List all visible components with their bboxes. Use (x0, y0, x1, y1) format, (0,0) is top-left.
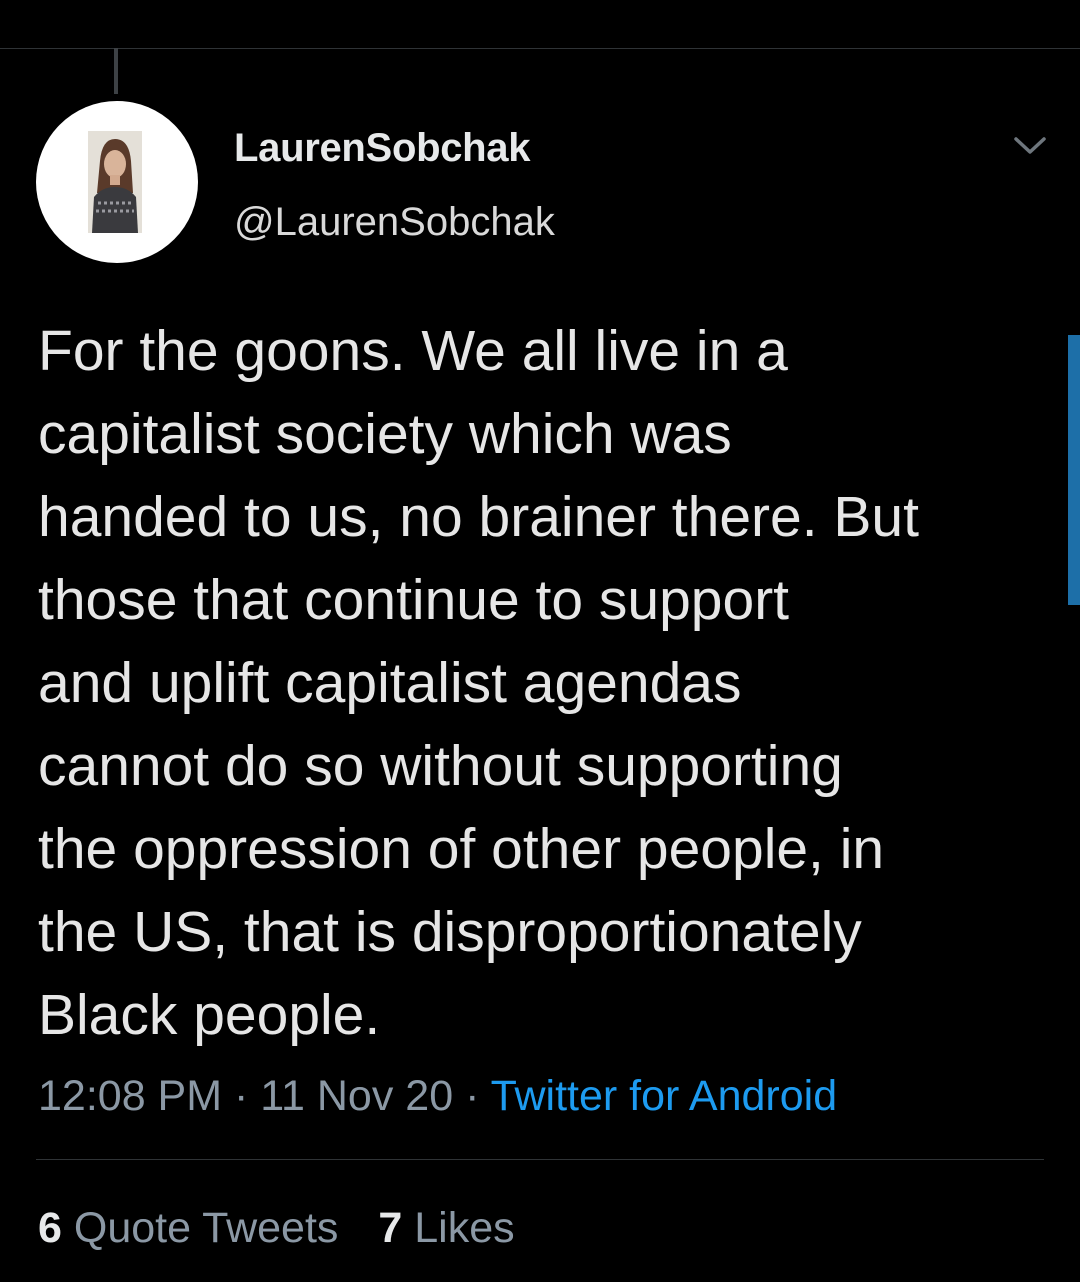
tweet-date: 11 Nov 20 (260, 1072, 454, 1120)
quote-tweets-label: Quote Tweets (73, 1204, 339, 1252)
tweet-source-link[interactable]: Twitter for Android (491, 1072, 838, 1120)
tweet-metadata: 12:08 PM · 11 Nov 20 · Twitter for Andro… (38, 1068, 837, 1124)
tweet-text: For the goons. We all live in a capitali… (38, 310, 1048, 1057)
quote-tweets-count: 6 (38, 1204, 62, 1252)
tweet-text-line: those that continue to support (38, 568, 790, 632)
tweet-stats: 6 Quote Tweets 7 Likes (38, 1200, 543, 1256)
tweet-text-line: Black people. (38, 983, 381, 1047)
thread-connector-line (114, 48, 118, 94)
author-display-name[interactable]: LaurenSobchak (234, 124, 530, 172)
tweet-text-line: capitalist society which was (38, 402, 732, 466)
tweet-text-line: and uplift capitalist agendas (38, 651, 742, 715)
tweet-text-line: cannot do so without supporting (38, 734, 843, 798)
scroll-indicator[interactable] (1068, 335, 1080, 605)
avatar-photo (88, 131, 142, 233)
top-divider (0, 48, 1080, 49)
tweet-text-line: handed to us, no brainer there. But (38, 485, 919, 549)
author-handle[interactable]: @LaurenSobchak (234, 198, 555, 246)
likes-label: Likes (414, 1204, 515, 1252)
tweet-text-line: For the goons. We all live in a (38, 319, 788, 383)
tweet-time: 12:08 PM (38, 1072, 223, 1120)
meta-separator: · (465, 1072, 480, 1120)
tweet-text-line: the oppression of other people, in (38, 817, 885, 881)
chevron-down-icon[interactable] (1012, 130, 1048, 160)
tweet-text-line: the US, that is disproportionately (38, 900, 862, 964)
likes-stat[interactable]: 7 Likes (378, 1200, 514, 1256)
meta-separator: · (234, 1072, 249, 1120)
likes-count: 7 (378, 1204, 403, 1252)
stats-divider (36, 1159, 1044, 1160)
quote-tweets-stat[interactable]: 6 Quote Tweets (38, 1200, 338, 1256)
